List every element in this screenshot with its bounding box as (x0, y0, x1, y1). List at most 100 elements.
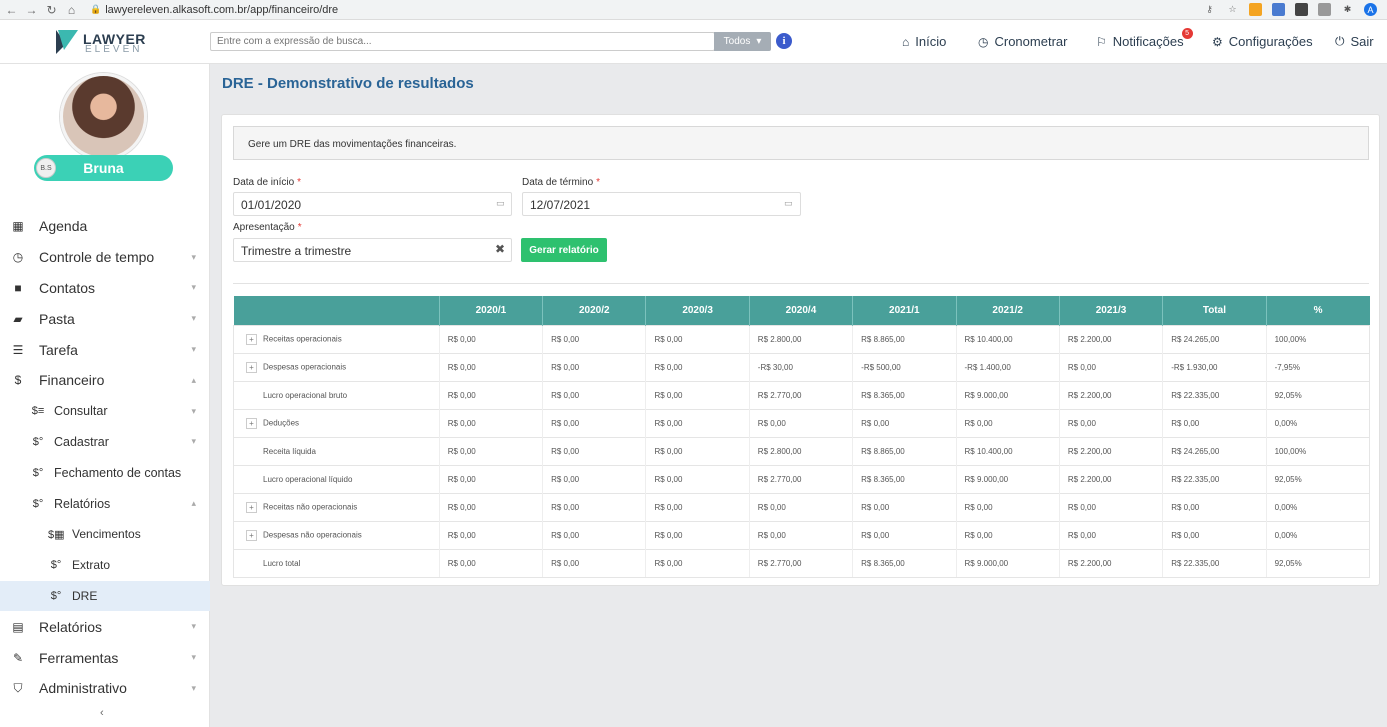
start-date-input[interactable]: 01/01/2020 (233, 192, 512, 216)
row-label-cell: Receita líquida (233, 436, 440, 465)
home-icon[interactable]: ⌂ (63, 3, 80, 17)
table-cell: R$ 0,00 (645, 436, 750, 465)
calendar-icon[interactable]: ▭ (496, 198, 505, 209)
user-badge[interactable]: B.S Bruna (34, 155, 173, 181)
info-icon[interactable]: i (776, 33, 792, 49)
nav-configuracoes[interactable]: ⚙ Configurações (1212, 34, 1313, 49)
nav-cronometrar[interactable]: ◷ Cronometrar (978, 34, 1067, 49)
puzzle-icon[interactable]: ✱ (1341, 3, 1354, 16)
sidebar-item-label: Administrativo (39, 680, 127, 697)
table-cell: R$ 0,00 (438, 464, 543, 493)
table-cell: R$ 2.200,00 (1058, 324, 1163, 353)
sidebar-item-relatorios[interactable]: ▤ Relatórios ▾ (0, 611, 210, 642)
row-label-cell[interactable]: + Receitas operacionais (233, 324, 440, 353)
expand-icon[interactable]: + (246, 417, 257, 429)
sidebar-item-extrato[interactable]: $° Extrato (0, 550, 210, 581)
table-cell: R$ 8.865,00 (852, 436, 957, 465)
sidebar-item-relatorios-financeiro[interactable]: $° Relatórios ▴ (0, 488, 210, 519)
sidebar-item-controle-tempo[interactable]: ◷ Controle de tempo ▾ (0, 242, 210, 273)
row-label-cell[interactable]: + Despesas não operacionais (233, 520, 440, 549)
extension-icon[interactable] (1318, 3, 1331, 16)
table-cell: R$ 2.200,00 (1058, 436, 1163, 465)
chevron-down-icon: ▾ (191, 313, 196, 324)
extension-icon[interactable] (1295, 3, 1308, 16)
sidebar-item-label: Relatórios (54, 496, 111, 511)
clear-icon[interactable]: ✖ (495, 242, 505, 256)
key-icon[interactable]: ⚷ (1203, 3, 1216, 16)
nav-configuracoes-label: Configurações (1228, 34, 1313, 49)
table-body: + Receitas operacionais R$ 0,00 R$ 0,00 R$ 0… (233, 324, 1371, 578)
sidebar-item-vencimentos[interactable]: $▦ Vencimentos (0, 519, 210, 550)
expand-icon[interactable]: + (246, 333, 257, 345)
search-filter-dropdown[interactable]: Todos ▾ (714, 32, 771, 51)
sidebar-item-agenda[interactable]: ▦ Agenda (0, 211, 210, 242)
table-cell: R$ 0,00 (438, 548, 543, 578)
shield-icon: ⛉ (13, 680, 23, 695)
row-label: Deduções (263, 418, 300, 428)
generate-report-button[interactable]: Gerar relatório (521, 238, 607, 262)
sidebar-item-dre[interactable]: $° DRE (0, 580, 210, 612)
logo[interactable]: LAWYER ELEVEN (52, 26, 162, 58)
table-cell: R$ 0,00 (542, 464, 646, 493)
presentation-select[interactable]: Trimestre a trimestre (233, 238, 512, 262)
sidebar-item-contatos[interactable]: ■ Contatos ▾ (0, 273, 210, 304)
dollar-calendar-icon: $▦ (48, 528, 65, 541)
sidebar-collapse-icon[interactable]: ‹ (100, 707, 104, 719)
address-bar[interactable]: lawyereleven.alkasoft.com.br/app/finance… (105, 4, 338, 16)
nav-sair[interactable]: ⏻ Sair (1335, 34, 1374, 49)
sidebar-item-tarefa[interactable]: ☰ Tarefa ▾ (0, 334, 210, 365)
calendar-icon[interactable]: ▭ (784, 198, 793, 209)
end-date-input[interactable]: 12/07/2021 (522, 192, 801, 216)
table-cell: R$ 0,00 (645, 324, 750, 353)
row-label-cell[interactable]: + Receitas não operacionais (233, 492, 440, 521)
presentation-label-text: Apresentação (233, 222, 295, 233)
row-label: Receita líquida (263, 446, 316, 456)
sidebar-item-label: Tarefa (39, 341, 78, 358)
table-cell: -R$ 30,00 (748, 352, 853, 381)
sidebar-item-ferramentas[interactable]: ✎ Ferramentas ▾ (0, 642, 210, 673)
sidebar-item-financeiro[interactable]: $ Financeiro ▴ (0, 365, 210, 396)
table-cell: R$ 9.000,00 (955, 380, 1060, 409)
sidebar-item-label: Pasta (39, 310, 75, 327)
table-cell: R$ 2.770,00 (748, 548, 853, 578)
extension-icon[interactable] (1249, 3, 1262, 16)
search-filter-label: Todos (723, 36, 751, 47)
table-cell: R$ 0,00 (438, 436, 543, 465)
row-label-cell[interactable]: + Despesas operacionais (233, 352, 440, 381)
expand-icon[interactable]: + (246, 529, 257, 541)
search-input[interactable] (210, 32, 715, 51)
power-icon: ⏻ (1335, 34, 1345, 48)
extension-icon[interactable] (1272, 3, 1285, 16)
forward-icon[interactable]: → (23, 3, 40, 17)
sidebar-item-cadastrar[interactable]: $° Cadastrar ▾ (0, 427, 210, 458)
table-cell: R$ 0,00 (852, 492, 957, 521)
table-cell: R$ 0,00 (542, 548, 646, 578)
table-cell: R$ 0,00 (645, 464, 750, 493)
row-label-cell[interactable]: + Deduções (233, 408, 440, 437)
contacts-icon: ■ (14, 280, 22, 295)
sidebar-item-pasta[interactable]: ▰ Pasta ▾ (0, 303, 210, 334)
reload-icon[interactable]: ↻ (43, 3, 60, 17)
description-box: Gere um DRE das movimentações financeira… (233, 126, 1369, 160)
avatar[interactable] (60, 73, 147, 160)
nav-inicio[interactable]: ⌂ Início (902, 34, 946, 49)
expand-icon[interactable]: + (246, 361, 257, 373)
star-icon[interactable]: ☆ (1226, 3, 1239, 16)
dollar-icon: $ (14, 373, 22, 388)
table-header-cell: % (1265, 296, 1370, 325)
sidebar-item-fechamento[interactable]: $° Fechamento de contas (0, 457, 210, 488)
back-icon[interactable]: ← (3, 3, 20, 17)
dollar-list-icon: $≡ (31, 405, 45, 418)
sidebar-item-consultar[interactable]: $≡ Consultar ▾ (0, 396, 210, 427)
table-cell: R$ 0,00 (542, 520, 646, 549)
expand-icon[interactable]: + (246, 501, 257, 513)
table-cell: R$ 22.335,00 (1162, 464, 1267, 493)
row-label: Receitas operacionais (263, 334, 342, 344)
table-row: + Deduções R$ 0,00 R$ 0,00 R$ 0,00 R$ 0,00 R$ … (233, 408, 1371, 437)
nav-inicio-label: Início (915, 34, 947, 49)
folder-icon: ▰ (13, 311, 23, 326)
table-cell: R$ 0,00 (955, 520, 1060, 549)
sidebar-item-administrativo[interactable]: ⛉ Administrativo ▾ (0, 673, 210, 704)
profile-icon[interactable]: A (1364, 3, 1377, 16)
nav-notificacoes[interactable]: ⚐ Notificações 5 (1096, 28, 1193, 49)
